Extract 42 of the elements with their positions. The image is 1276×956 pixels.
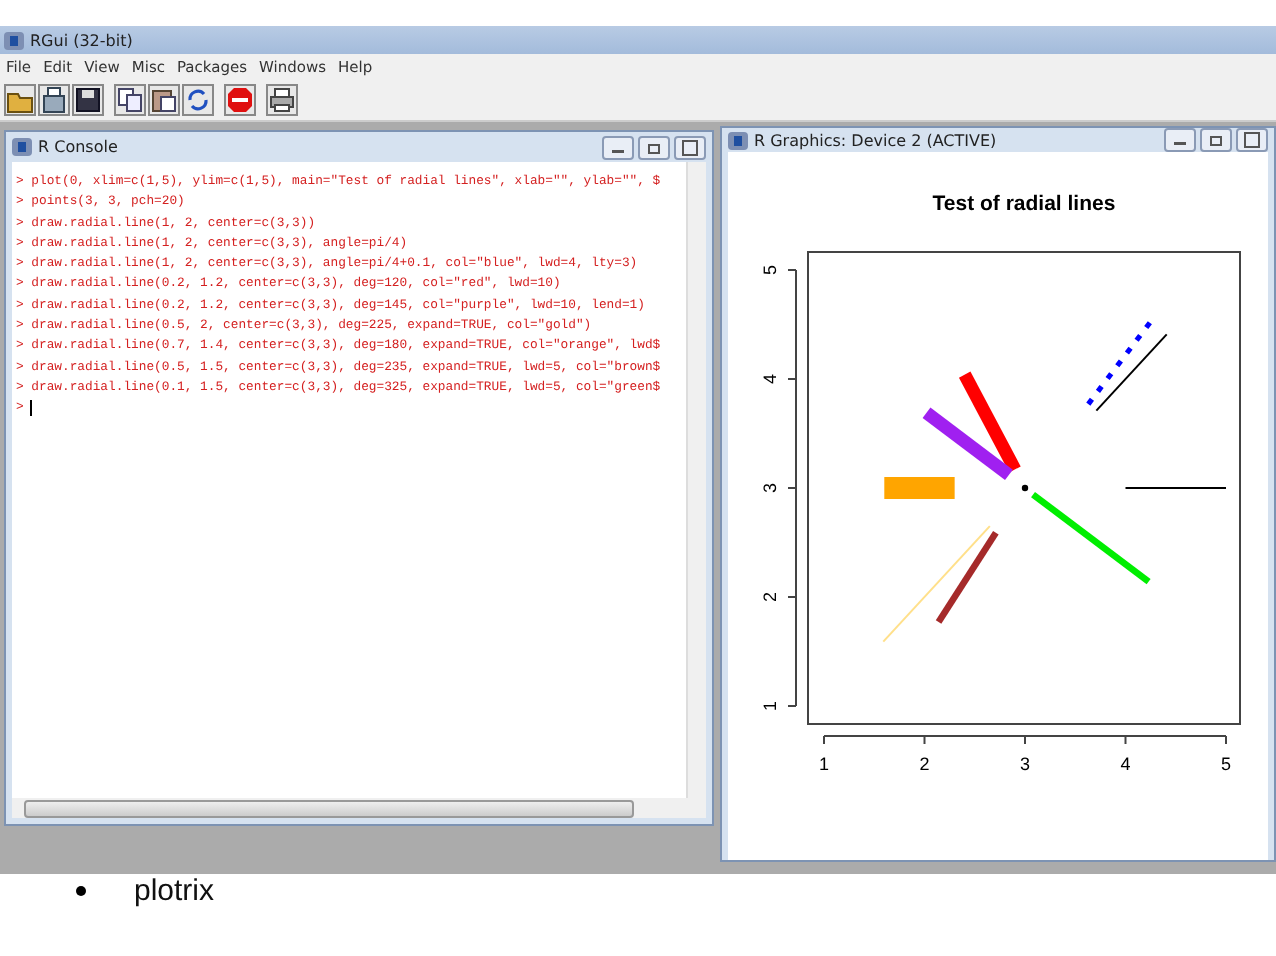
restore-button[interactable] (638, 135, 670, 159)
y-tick-label: 4 (760, 374, 780, 384)
r-console-icon (12, 138, 32, 156)
restore-button[interactable] (1200, 128, 1232, 152)
console-title: R Console (38, 138, 118, 156)
y-tick-label: 3 (760, 483, 780, 493)
graphics-title: R Graphics: Device 2 (ACTIVE) (754, 131, 997, 149)
y-tick-label: 1 (760, 701, 780, 711)
maximize-button[interactable] (1236, 128, 1268, 152)
x-tick-label: 5 (1221, 754, 1231, 774)
copy-icon[interactable] (116, 85, 144, 113)
printer-icon[interactable] (268, 85, 296, 113)
minimize-icon (612, 149, 624, 152)
maximize-icon (1244, 132, 1260, 148)
maximize-button[interactable] (674, 135, 706, 159)
bullet-text: plotrix (134, 873, 215, 907)
chart-title: Test of radial lines (932, 192, 1116, 216)
circular-arrows-icon[interactable] (184, 85, 212, 113)
radial-line (1095, 333, 1168, 412)
y-tick-label: 5 (760, 265, 780, 275)
vertical-scrollbar[interactable] (686, 162, 706, 798)
minimize-icon (1174, 142, 1186, 145)
restore-icon (1210, 136, 1222, 146)
clipboard-icon[interactable] (150, 85, 178, 113)
minimize-button[interactable] (602, 135, 634, 159)
horizontal-scrollbar[interactable] (12, 798, 706, 818)
minimize-button[interactable] (1164, 128, 1196, 152)
radial-line (1086, 317, 1155, 406)
r-graphics-icon (728, 131, 748, 149)
stop-sign-icon[interactable] (226, 85, 254, 113)
x-tick-label: 3 (1020, 754, 1030, 774)
r-app-icon (4, 31, 24, 49)
workspace-icon[interactable] (40, 85, 68, 113)
maximize-icon (682, 139, 698, 155)
center-point (1021, 484, 1029, 492)
restore-icon (648, 143, 660, 153)
y-tick-label: 2 (760, 592, 780, 602)
window-title: RGui (32-bit) (30, 31, 133, 49)
x-tick-label: 2 (919, 754, 930, 774)
x-tick-label: 1 (819, 754, 829, 774)
x-tick-label: 4 (1120, 754, 1131, 774)
bullet-icon (76, 885, 86, 895)
